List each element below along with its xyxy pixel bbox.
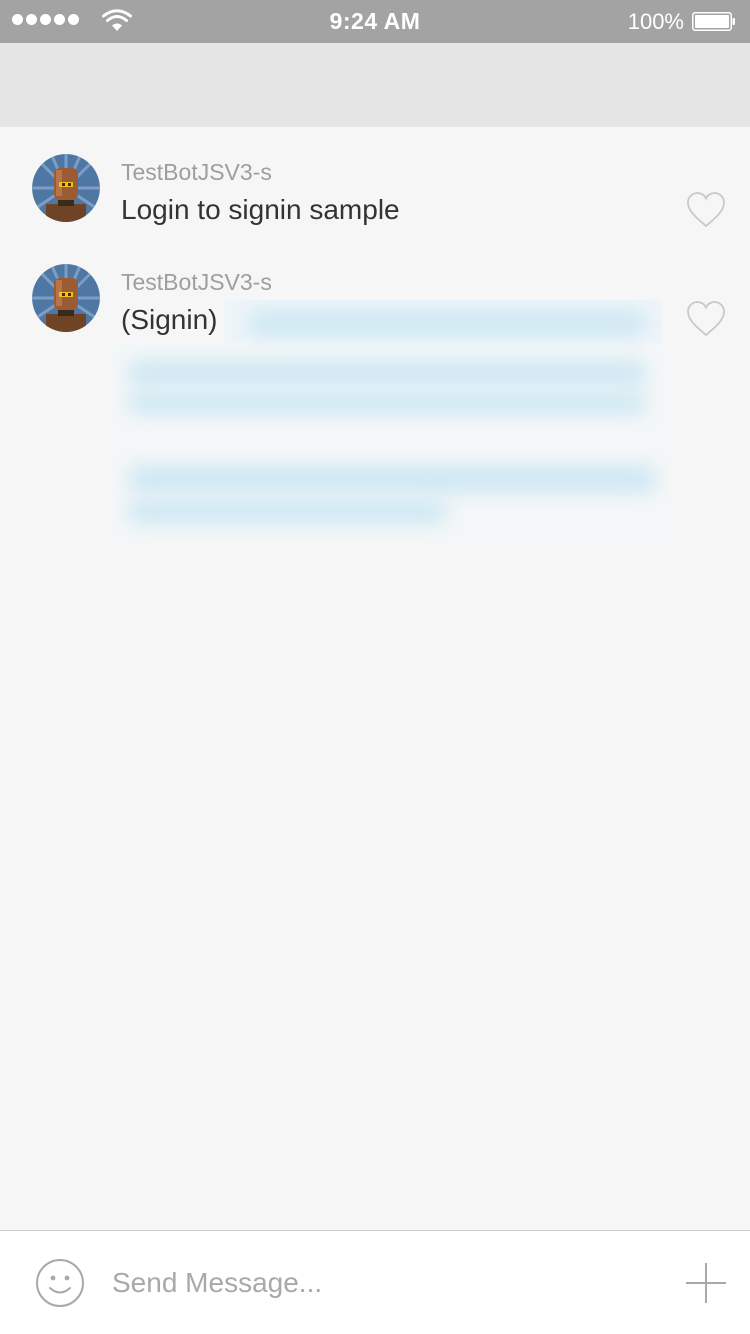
robot-avatar-icon <box>32 264 100 332</box>
nav-header <box>0 43 750 127</box>
smiley-icon[interactable] <box>34 1257 86 1309</box>
message-sender: TestBotJSV3-s <box>121 269 272 295</box>
message-sender: TestBotJSV3-s <box>121 159 272 185</box>
bot-avatar[interactable] <box>32 264 100 332</box>
plus-icon[interactable] <box>684 1261 728 1305</box>
message-composer <box>0 1230 750 1334</box>
battery-icon <box>692 12 735 31</box>
heart-icon[interactable] <box>686 300 726 338</box>
bot-avatar[interactable] <box>32 154 100 222</box>
robot-avatar-icon <box>32 154 100 222</box>
battery-percent: 100% <box>627 9 684 34</box>
heart-icon[interactable] <box>686 191 726 229</box>
status-bar: 9:24 AM 100% <box>0 0 750 43</box>
chat-screen: 9:24 AM 100% TestBotJSV3-s Login to sign… <box>0 0 750 1334</box>
blurred-signin-card[interactable] <box>107 300 669 542</box>
message-text: Login to signin sample <box>121 194 400 225</box>
message-text: (Signin) <box>121 304 218 335</box>
message-input[interactable] <box>112 1261 652 1305</box>
